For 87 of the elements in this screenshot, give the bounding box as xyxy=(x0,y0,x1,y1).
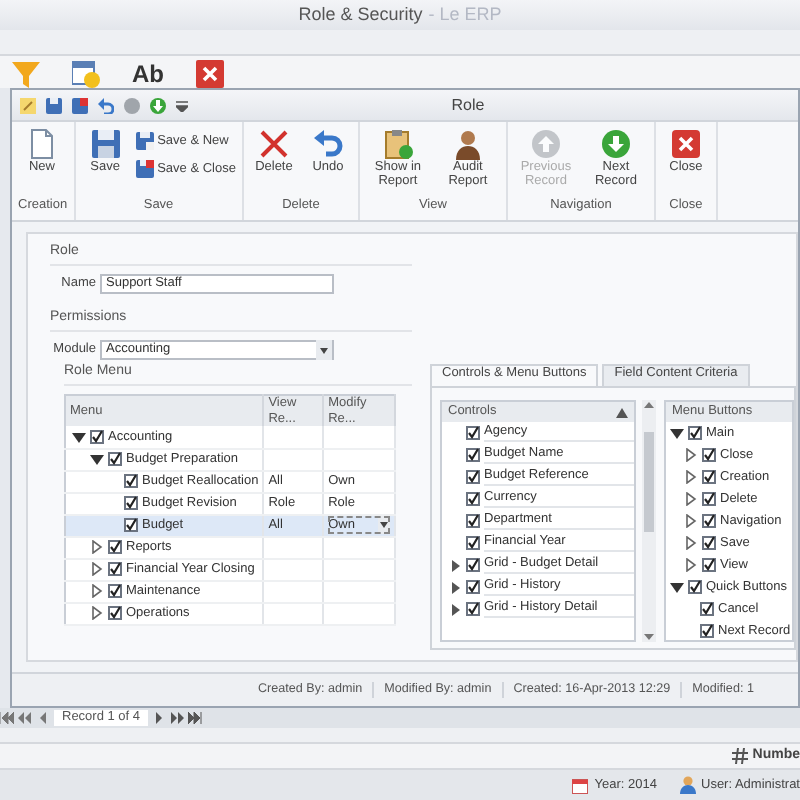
table-cell xyxy=(323,602,395,625)
expand-arrow-icon[interactable] xyxy=(90,562,104,577)
scroll-down-icon[interactable] xyxy=(644,632,654,642)
person-icon xyxy=(451,128,484,160)
table-cell xyxy=(323,448,395,471)
close-icon[interactable] xyxy=(196,60,224,88)
scrollbar[interactable] xyxy=(642,400,656,642)
first-record-icon[interactable] xyxy=(0,712,14,724)
checkbox[interactable] xyxy=(700,624,714,638)
app-title: Role & Security xyxy=(298,4,423,26)
expand-arrow-icon[interactable] xyxy=(90,606,104,621)
checkbox[interactable] xyxy=(90,429,104,444)
down-arrow-icon[interactable] xyxy=(150,97,166,113)
sort-arrow-icon[interactable] xyxy=(616,407,628,417)
checkbox[interactable] xyxy=(124,518,138,533)
x-mark-icon xyxy=(257,128,290,160)
table-cell xyxy=(323,558,395,581)
checkbox[interactable] xyxy=(702,558,716,572)
customize-caret-icon[interactable] xyxy=(176,99,188,111)
previous-record-icon[interactable] xyxy=(36,712,50,724)
table-cell xyxy=(263,580,324,603)
table-cell xyxy=(263,448,324,471)
undo-icon xyxy=(311,128,344,160)
expand-arrow-icon[interactable] xyxy=(684,470,698,484)
close-icon xyxy=(669,128,702,160)
expand-arrow-icon[interactable] xyxy=(684,536,698,550)
calendar-icon xyxy=(572,777,589,793)
expand-arrow-icon[interactable] xyxy=(450,559,462,571)
checkbox[interactable] xyxy=(702,470,716,484)
table-cell xyxy=(263,558,324,581)
table-cell xyxy=(323,536,395,559)
checkbox[interactable] xyxy=(124,496,138,511)
expand-arrow-icon[interactable] xyxy=(450,603,462,615)
table-cell xyxy=(323,426,395,449)
checkbox[interactable] xyxy=(108,562,122,577)
next-record-icon[interactable] xyxy=(152,712,167,724)
checkbox[interactable] xyxy=(108,452,122,467)
table-cell xyxy=(263,426,324,449)
collapse-arrow-icon[interactable] xyxy=(90,452,104,467)
checkbox[interactable] xyxy=(688,426,702,440)
calendar-icon[interactable] xyxy=(72,60,100,88)
app-subtitle: - Le ERP xyxy=(428,4,502,26)
expand-arrow-icon[interactable] xyxy=(684,492,698,506)
next-page-icon[interactable] xyxy=(170,712,185,724)
checkbox[interactable] xyxy=(702,492,716,506)
table-cell xyxy=(263,536,324,559)
expand-arrow-icon[interactable] xyxy=(450,581,462,593)
font-button[interactable]: Ab xyxy=(132,60,164,88)
checkbox[interactable] xyxy=(702,514,716,528)
table-cell xyxy=(263,602,324,625)
dropdown-arrow-icon[interactable] xyxy=(378,516,390,535)
collapse-arrow-icon[interactable] xyxy=(670,580,684,594)
checkbox[interactable] xyxy=(702,536,716,550)
document-icon xyxy=(26,128,58,160)
checkbox[interactable] xyxy=(466,580,480,594)
user-icon xyxy=(679,776,695,794)
checkbox[interactable] xyxy=(466,470,480,484)
checkbox[interactable] xyxy=(688,580,702,594)
checkbox[interactable] xyxy=(466,536,480,550)
scroll-up-icon[interactable] xyxy=(644,400,654,410)
checkbox[interactable] xyxy=(466,602,480,616)
checkbox[interactable] xyxy=(108,540,122,555)
note-icon[interactable] xyxy=(20,97,36,113)
checkbox[interactable] xyxy=(108,584,122,599)
checkbox[interactable] xyxy=(700,602,714,616)
expand-arrow-icon[interactable] xyxy=(684,514,698,528)
table-cell xyxy=(323,580,395,603)
clipboard-icon xyxy=(381,128,414,160)
checkbox[interactable] xyxy=(108,606,122,621)
checkbox[interactable] xyxy=(466,514,480,528)
window-title: Role xyxy=(449,95,487,115)
collapse-arrow-icon[interactable] xyxy=(72,429,86,444)
collapse-arrow-icon[interactable] xyxy=(670,426,684,440)
checkbox[interactable] xyxy=(124,474,138,489)
checkbox[interactable] xyxy=(466,426,480,440)
expand-arrow-icon[interactable] xyxy=(90,540,104,555)
expand-arrow-icon[interactable] xyxy=(90,584,104,599)
last-record-icon[interactable] xyxy=(188,712,203,724)
hash-icon[interactable] xyxy=(732,748,749,764)
undo-icon[interactable] xyxy=(98,97,114,113)
checkbox[interactable] xyxy=(702,448,716,462)
checkbox[interactable] xyxy=(466,448,480,462)
checkbox[interactable] xyxy=(466,492,480,506)
previous-page-icon[interactable] xyxy=(18,712,32,724)
expand-arrow-icon[interactable] xyxy=(684,558,698,572)
expand-arrow-icon[interactable] xyxy=(684,448,698,462)
checkbox[interactable] xyxy=(466,558,480,572)
